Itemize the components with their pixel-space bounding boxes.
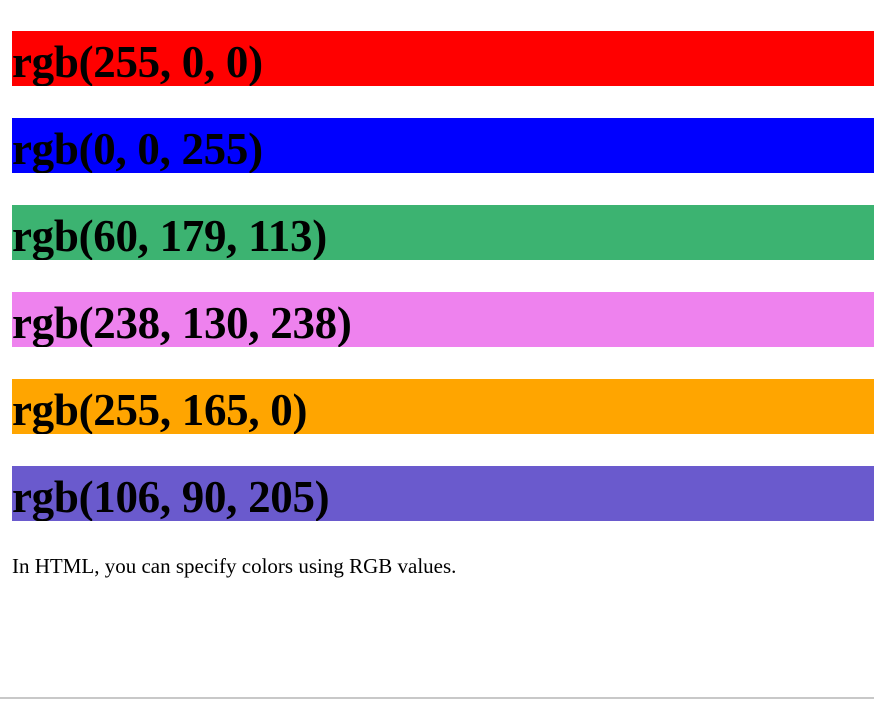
page-content: rgb(255, 0, 0) rgb(0, 0, 255) rgb(60, 17… [12,0,874,581]
color-heading-mediumseagreen: rgb(60, 179, 113) [12,205,874,260]
description-paragraph: In HTML, you can specify colors using RG… [12,554,457,578]
color-heading-violet: rgb(238, 130, 238) [12,292,874,347]
color-heading-red: rgb(255, 0, 0) [12,31,874,86]
bottom-divider [0,697,874,699]
color-heading-slateblue: rgb(106, 90, 205) [12,466,874,521]
color-heading-orange: rgb(255, 165, 0) [12,379,874,434]
color-heading-blue: rgb(0, 0, 255) [12,118,874,173]
